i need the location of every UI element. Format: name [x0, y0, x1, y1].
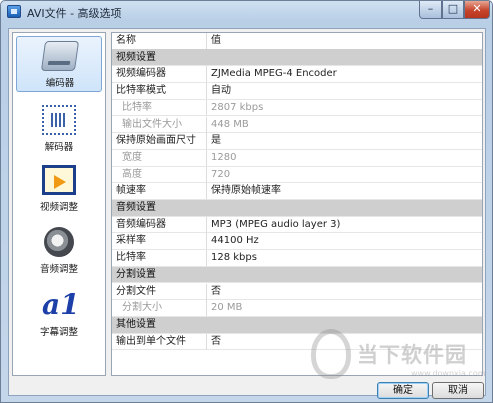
section-row: 分割设置 — [112, 266, 482, 284]
table-row[interactable]: 帧速率 保持原始帧速率 — [112, 183, 482, 200]
setting-value[interactable]: 是 — [207, 133, 479, 149]
table-row[interactable]: 输出文件大小 448 MB — [112, 116, 482, 134]
subtitle-adjust-icon: a1 — [42, 288, 80, 321]
minimize-button[interactable]: – — [419, 1, 442, 19]
section-row: 视频设置 — [112, 49, 482, 67]
table-header: 名称 值 — [112, 33, 482, 50]
setting-value[interactable]: MP3 (MPEG audio layer 3) — [207, 217, 479, 233]
setting-value[interactable]: ZJMedia MPEG-4 Encoder — [207, 66, 479, 82]
setting-value: 720 — [211, 168, 231, 180]
setting-value: 448 MB — [211, 118, 249, 130]
watermark-text: 当下软件园 — [357, 343, 467, 367]
sidebar-item-decoder[interactable]: 解码器 — [16, 101, 102, 157]
decoder-icon — [42, 105, 76, 135]
audio-adjust-icon — [44, 227, 74, 257]
setting-name: 比特率 — [114, 99, 207, 116]
sidebar-item-label: 字幕调整 — [39, 327, 78, 338]
table-row[interactable]: 比特率模式 自动 — [112, 83, 482, 100]
close-button[interactable]: ✕ — [464, 1, 490, 19]
section-row: 音频设置 — [112, 200, 482, 217]
section-title: 视频设置 — [116, 51, 156, 63]
watermark: 当下软件园 www.downxia.com — [311, 321, 491, 385]
sidebar-item-subtitle-adjust[interactable]: a1 字幕调整 — [16, 286, 102, 342]
setting-value: 2807 kbps — [211, 101, 264, 113]
table-row[interactable]: 宽度 1280 — [112, 149, 482, 167]
table-row[interactable]: 分割大小 20 MB — [112, 300, 482, 317]
setting-value[interactable]: 44100 Hz — [207, 233, 479, 249]
watermark-url: www.downxia.com — [411, 369, 486, 378]
category-sidebar: 编码器 解码器 视频调整 音频调整 a1 字幕调整 — [12, 32, 106, 376]
section-title: 音频设置 — [116, 202, 156, 213]
setting-name: 比特率 — [114, 250, 207, 267]
column-header-value[interactable]: 值 — [207, 33, 479, 49]
setting-value[interactable]: 否 — [207, 284, 479, 300]
setting-value[interactable]: 保持原始帧速率 — [207, 183, 479, 199]
table-row[interactable]: 保持原始画面尺寸是 — [112, 133, 482, 150]
title-bar[interactable]: AVI文件 - 高级选项 – □ ✕ — [1, 1, 492, 23]
sidebar-item-label: 音频调整 — [39, 264, 78, 275]
maximize-button[interactable]: □ — [442, 1, 464, 19]
table-row[interactable]: 采样率 44100 Hz — [112, 233, 482, 251]
setting-value: 20 MB — [211, 302, 243, 314]
table-row[interactable]: 视频编码器 ZJMedia MPEG-4 Encoder — [112, 66, 482, 84]
setting-name: 保持原始画面尺寸 — [114, 133, 207, 150]
dialog-window: AVI文件 - 高级选项 – □ ✕ 编码器 解码器 视频调整 音频调整 a1 … — [0, 0, 493, 403]
setting-name: 宽度 — [114, 149, 207, 166]
setting-name: 采样率 — [114, 233, 207, 250]
sidebar-item-audio-adjust[interactable]: 音频调整 — [16, 223, 102, 279]
sidebar-item-encoder[interactable]: 编码器 — [16, 36, 102, 92]
window-title: AVI文件 - 高级选项 — [27, 7, 122, 20]
sidebar-item-label: 解码器 — [44, 142, 74, 153]
sidebar-item-label: 视频调整 — [39, 202, 78, 213]
section-title: 分割设置 — [116, 268, 156, 280]
setting-value[interactable]: 128 kbps — [207, 250, 479, 266]
column-header-name[interactable]: 名称 — [114, 33, 207, 49]
table-row[interactable]: 高度 720 — [112, 166, 482, 184]
video-adjust-icon — [42, 165, 76, 195]
sidebar-item-video-adjust[interactable]: 视频调整 — [16, 161, 102, 217]
watermark-logo-icon — [311, 329, 351, 379]
encoder-icon — [40, 41, 80, 71]
setting-value[interactable]: 自动 — [207, 83, 479, 99]
table-row[interactable]: 比特率 128 kbps — [112, 250, 482, 267]
setting-name: 输出文件大小 — [114, 116, 207, 133]
setting-name: 分割大小 — [114, 300, 207, 317]
table-row[interactable]: 分割文件否 — [112, 283, 482, 301]
setting-name: 比特率模式 — [114, 83, 207, 100]
setting-value: 1280 — [211, 151, 237, 163]
setting-name: 视频编码器 — [114, 66, 207, 83]
table-row[interactable]: 音频编码器 MP3 (MPEG audio layer 3) — [112, 216, 482, 234]
setting-name: 输出到单个文件 — [114, 333, 207, 350]
app-icon — [7, 5, 21, 18]
table-row[interactable]: 比特率 2807 kbps — [112, 99, 482, 117]
setting-name: 帧速率 — [114, 183, 207, 200]
setting-name: 音频编码器 — [114, 216, 207, 233]
sidebar-item-label: 编码器 — [45, 78, 75, 89]
setting-name: 分割文件 — [114, 283, 207, 300]
setting-name: 高度 — [114, 166, 207, 183]
